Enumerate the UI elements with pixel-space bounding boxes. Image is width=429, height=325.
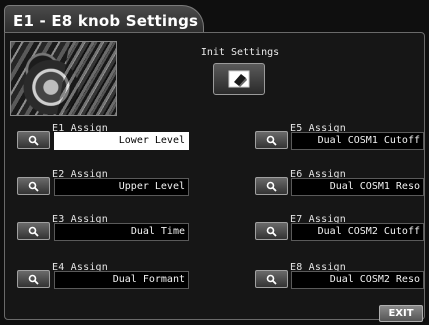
assign-value-field[interactable]: Upper Level xyxy=(54,178,189,196)
assign-value-field[interactable]: Dual COSM2 Cutoff xyxy=(291,223,424,241)
assign-value-field[interactable]: Dual COSM2 Reso xyxy=(291,271,424,289)
knob-photo xyxy=(10,41,117,116)
init-settings-label: Init Settings xyxy=(200,47,280,58)
search-button[interactable] xyxy=(255,270,288,288)
search-button[interactable] xyxy=(255,131,288,149)
search-button[interactable] xyxy=(17,270,50,288)
assign-value-field[interactable]: Dual COSM1 Cutoff xyxy=(291,132,424,150)
search-button[interactable] xyxy=(17,177,50,195)
assign-value-field[interactable]: Dual Time xyxy=(54,223,189,241)
search-button[interactable] xyxy=(17,222,50,240)
eraser-icon xyxy=(228,70,250,88)
assign-value-field[interactable]: Lower Level xyxy=(54,132,189,150)
assign-value-field[interactable]: Dual COSM1 Reso xyxy=(291,178,424,196)
exit-button[interactable]: EXIT xyxy=(379,305,423,322)
init-settings-button[interactable] xyxy=(213,63,265,95)
window: E1 - E8 knob Settings Init Settings E1 A… xyxy=(0,0,429,325)
photo-glare xyxy=(56,42,116,115)
magnifier-icon xyxy=(28,181,39,192)
magnifier-icon xyxy=(28,226,39,237)
search-button[interactable] xyxy=(17,131,50,149)
magnifier-icon xyxy=(28,274,39,285)
search-button[interactable] xyxy=(255,177,288,195)
magnifier-icon xyxy=(266,135,277,146)
magnifier-icon xyxy=(28,135,39,146)
assign-value-field[interactable]: Dual Formant xyxy=(54,271,189,289)
title-tab: E1 - E8 knob Settings xyxy=(4,5,204,33)
window-title: E1 - E8 knob Settings xyxy=(13,12,199,30)
magnifier-icon xyxy=(266,181,277,192)
search-button[interactable] xyxy=(255,222,288,240)
magnifier-icon xyxy=(266,274,277,285)
magnifier-icon xyxy=(266,226,277,237)
